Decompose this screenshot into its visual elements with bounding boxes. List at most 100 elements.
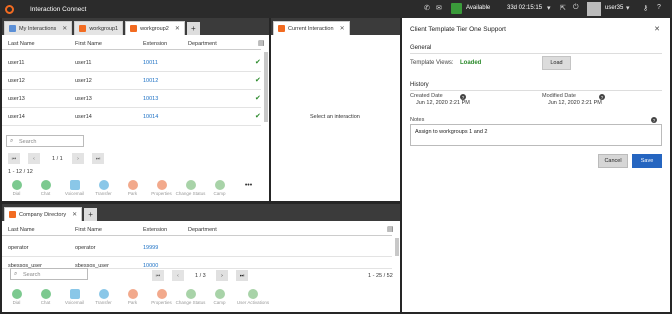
chat-button[interactable]: Chat	[31, 288, 60, 307]
prev-page-button[interactable]: ‹	[172, 270, 184, 281]
first-page-button[interactable]: ⏮	[8, 153, 20, 164]
column-header-first-name[interactable]: First Name	[75, 41, 102, 47]
action-bar: Dial Chat Voicemail Transfer Park Proper…	[2, 288, 400, 307]
search-input[interactable]: ⌕ Search	[10, 268, 88, 280]
table-row[interactable]: user12 user12 10012 ✔	[2, 72, 261, 90]
voicemail-button[interactable]: Voicemail	[60, 288, 89, 307]
user-activations-button[interactable]: User Activations	[234, 288, 272, 307]
tab-workgroup2[interactable]: workgroup2 ✕	[125, 21, 185, 35]
status-label[interactable]: Available	[466, 5, 490, 11]
cell-extension-link[interactable]: 10012	[143, 78, 158, 84]
camp-button[interactable]: Camp	[205, 288, 234, 307]
available-check-icon: ✔	[255, 77, 261, 84]
cell-first-name: user14	[75, 114, 92, 120]
user-menu-chevron-icon[interactable]: ▾	[626, 4, 630, 12]
column-header-department[interactable]: Department	[188, 227, 217, 233]
cell-extension-link[interactable]: 10014	[143, 114, 158, 120]
column-header-first-name[interactable]: First Name	[75, 227, 102, 233]
load-button[interactable]: Load	[542, 56, 571, 70]
chevron-down-icon[interactable]: ▾	[547, 4, 551, 12]
vertical-scrollbar[interactable]	[264, 52, 268, 122]
cell-extension-link[interactable]: 10013	[143, 96, 158, 102]
action-label: Camp	[213, 191, 226, 196]
external-link-icon[interactable]: ⇱	[560, 4, 566, 12]
close-icon[interactable]: ✕	[175, 25, 180, 32]
park-button[interactable]: Park	[118, 179, 147, 198]
status-icon[interactable]	[451, 3, 462, 14]
app-title: Interaction Connect	[30, 5, 87, 13]
tab-workgroup1[interactable]: workgroup1	[74, 21, 124, 35]
mail-icon[interactable]: ✉	[436, 4, 442, 12]
close-icon[interactable]: ✕	[72, 211, 77, 218]
more-actions-button[interactable]: •••	[234, 179, 263, 198]
column-header-department[interactable]: Department	[188, 41, 217, 47]
voicemail-icon	[69, 180, 80, 190]
column-header-extension[interactable]: Extension	[143, 227, 167, 233]
last-page-button[interactable]: ⏭	[236, 270, 248, 281]
details-panel: Client Template Tier One Support ✕ Gener…	[402, 18, 670, 312]
notes-textarea[interactable]: Assign to workgroups 1 and 2	[410, 124, 662, 146]
park-icon	[127, 289, 138, 299]
add-tab-button[interactable]: +	[186, 22, 200, 35]
tab-my-interactions[interactable]: My Interactions ✕	[4, 21, 73, 35]
app-logo-icon	[5, 4, 14, 14]
transfer-button[interactable]: Transfer	[89, 179, 118, 198]
close-icon[interactable]: ✕	[62, 25, 67, 32]
column-chooser-icon[interactable]: ▤	[387, 225, 394, 233]
column-chooser-icon[interactable]: ▤	[258, 39, 265, 47]
add-tab-button[interactable]: +	[84, 208, 98, 221]
close-icon[interactable]: ✕	[340, 25, 345, 32]
table-row[interactable]: user14 user14 10014 ✔	[2, 108, 261, 126]
save-button[interactable]: Save	[632, 154, 662, 168]
vertical-scrollbar[interactable]	[395, 238, 399, 256]
table-row[interactable]: operator operator 19999	[2, 239, 392, 257]
tab-current-interaction[interactable]: Current Interaction ✕	[273, 21, 350, 35]
search-placeholder: Search	[23, 272, 41, 278]
avatar[interactable]	[587, 2, 601, 16]
column-header-extension[interactable]: Extension	[143, 41, 167, 47]
table-row[interactable]: user11 user11 10011 ✔	[2, 54, 261, 72]
logout-icon[interactable]: ⏻	[573, 4, 579, 12]
properties-button[interactable]: Properties	[147, 288, 176, 307]
last-page-button[interactable]: ⏭	[92, 153, 104, 164]
transfer-button[interactable]: Transfer	[89, 288, 118, 307]
action-label: Camp	[213, 300, 226, 305]
action-label: Properties	[151, 300, 172, 305]
available-check-icon: ✔	[255, 95, 261, 102]
cell-last-name: user11	[8, 60, 25, 66]
cell-last-name: user13	[8, 96, 25, 102]
next-page-button[interactable]: ›	[216, 270, 228, 281]
help-icon[interactable]: ?	[657, 4, 661, 11]
column-header-last-name[interactable]: Last Name	[8, 41, 35, 47]
dial-button[interactable]: Dial	[2, 288, 31, 307]
cell-extension-link[interactable]: 19999	[143, 245, 158, 251]
table-row[interactable]: user13 user13 10013 ✔	[2, 90, 261, 108]
cell-extension-link[interactable]: 10000	[143, 263, 158, 268]
next-page-button[interactable]: ›	[72, 153, 84, 164]
change-status-button[interactable]: Change Status	[176, 179, 205, 198]
dial-icon	[11, 180, 22, 190]
key-icon[interactable]: ⚷	[643, 4, 648, 12]
camp-button[interactable]: Camp	[205, 179, 234, 198]
prev-page-button[interactable]: ‹	[28, 153, 40, 164]
voicemail-icon	[69, 289, 80, 299]
tab-company-directory[interactable]: Company Directory ✕	[4, 207, 83, 221]
cell-last-name: user12	[8, 78, 25, 84]
voicemail-button[interactable]: Voicemail	[60, 179, 89, 198]
chat-button[interactable]: Chat	[31, 179, 60, 198]
properties-button[interactable]: Properties	[147, 179, 176, 198]
interactions-icon	[9, 25, 16, 32]
first-page-button[interactable]: ⏮	[152, 270, 164, 281]
search-input[interactable]: ⌕ Search	[6, 135, 84, 147]
workgroup-tabstrip: My Interactions ✕ workgroup1 workgroup2 …	[2, 18, 269, 35]
close-icon[interactable]: ✕	[654, 25, 660, 33]
dial-button[interactable]: Dial	[2, 179, 31, 198]
column-header-last-name[interactable]: Last Name	[8, 227, 35, 233]
cancel-button[interactable]: Cancel	[598, 154, 628, 168]
cell-extension-link[interactable]: 10011	[143, 60, 158, 66]
help-icon[interactable]: ?	[651, 117, 657, 123]
username[interactable]: user35	[605, 5, 623, 11]
change-status-button[interactable]: Change Status	[176, 288, 205, 307]
phone-icon[interactable]: ✆	[424, 4, 430, 12]
park-button[interactable]: Park	[118, 288, 147, 307]
